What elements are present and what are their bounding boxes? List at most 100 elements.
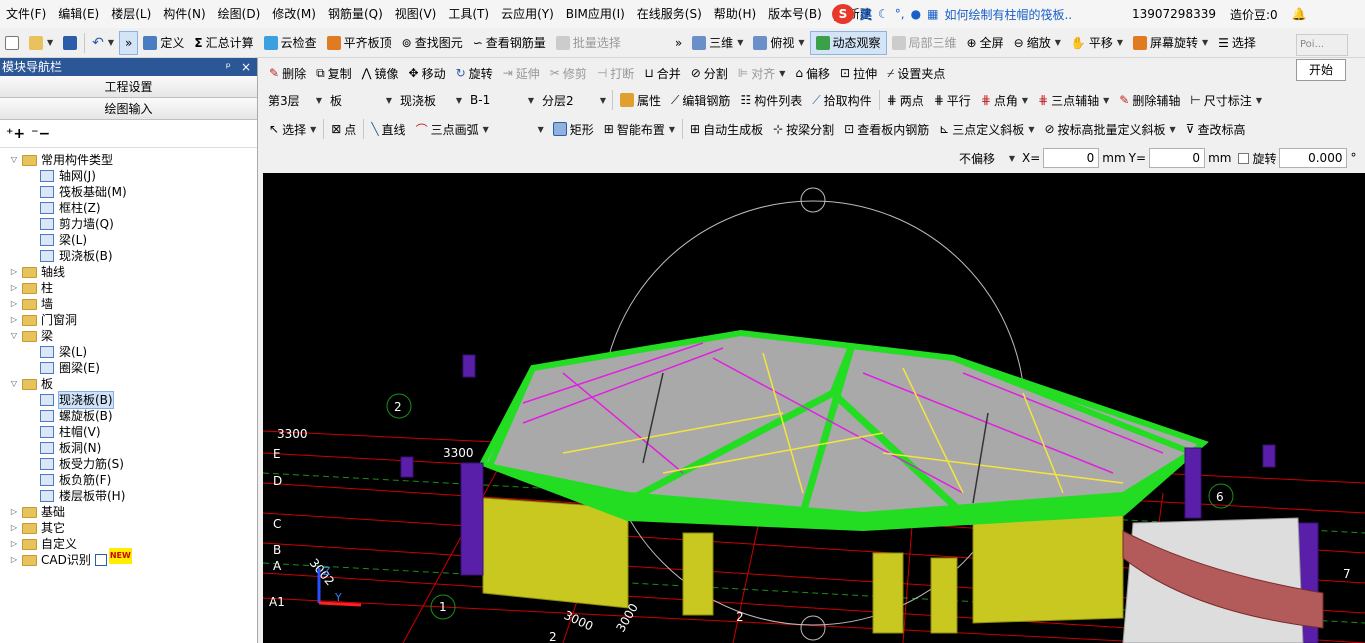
parallel-button[interactable]: ⋕ 平行 [929, 88, 976, 112]
expand-arrow-icon[interactable]: ▷ [8, 552, 20, 568]
set-grip-button[interactable]: ⌿ 设置夹点 [882, 61, 950, 85]
move-button[interactable]: ✥ 移动 [404, 61, 451, 85]
mirror-button[interactable]: ⋀ 镜像 [357, 61, 404, 85]
properties-button[interactable]: 属性 [615, 88, 666, 112]
save-button[interactable] [58, 31, 82, 55]
collapse-arrow-icon[interactable]: ▽ [8, 328, 20, 344]
moon-icon[interactable]: ☾ [878, 7, 889, 21]
collapse-arrow-icon[interactable]: ▽ [8, 376, 20, 392]
beans-count[interactable]: 造价豆:0 [1230, 6, 1278, 23]
select-tool-button[interactable]: ↖ 选择 ▼ [264, 117, 321, 141]
fullscreen-button[interactable]: ⊕ 全屏 [962, 31, 1009, 55]
copy-button[interactable]: ⧉ 复制 [311, 61, 357, 85]
angle-point-button[interactable]: ⋕ 点角 ▼ [976, 88, 1033, 112]
break-button[interactable]: ⊣ 打断 [592, 61, 639, 85]
sogou-logo-icon[interactable]: S [832, 4, 854, 24]
user-phone[interactable]: 13907298339 [1132, 7, 1216, 21]
tree-item[interactable]: 轴网(J) [0, 168, 257, 184]
top-view-button[interactable]: 俯视 ▼ [748, 31, 809, 55]
tree-folder[interactable]: ▷ 墙 [0, 296, 257, 312]
view-rebar-button[interactable]: ∽ 查看钢筋量 [468, 31, 551, 55]
delete-aux-button[interactable]: ✎ 删除辅轴 [1114, 88, 1185, 112]
pan-button[interactable]: ✋ 平移 ▼ [1066, 31, 1128, 55]
extend-button[interactable]: ⇥ 延伸 [498, 61, 545, 85]
expand-arrow-icon[interactable]: ▷ [8, 296, 20, 312]
menu-rebar-qty[interactable]: 钢筋量(Q) [322, 0, 389, 28]
tree-folder[interactable]: ▷ 其它 [0, 520, 257, 536]
two-point-button[interactable]: ⋕ 两点 [882, 88, 929, 112]
expand-arrow-icon[interactable]: ▷ [8, 312, 20, 328]
line-button[interactable]: ╲ 直线 [366, 117, 410, 141]
x-input[interactable]: 0 [1043, 148, 1100, 168]
expand-arrow-icon[interactable]: ▷ [8, 520, 20, 536]
offset-mode-select[interactable]: 不偏移 ▼ [955, 148, 1019, 168]
tree-item[interactable]: 螺旋板(B) [0, 408, 257, 424]
tree-item[interactable]: 板负筋(F) [0, 472, 257, 488]
dynamic-view-button[interactable]: 动态观察 [809, 30, 887, 55]
tree-folder[interactable]: ▷ 基础 [0, 504, 257, 520]
menu-file[interactable]: 文件(F) [0, 0, 52, 28]
pin-icon[interactable]: ᵖ [226, 58, 231, 76]
delete-button[interactable]: ✎ 删除 [264, 61, 311, 85]
component-select[interactable]: B-1 ▼ [466, 90, 538, 110]
expand-arrow-icon[interactable]: ▷ [8, 536, 20, 552]
merge-button[interactable]: ⊔ 合并 [639, 61, 685, 85]
bell-icon[interactable]: 🔔 [1292, 7, 1307, 21]
three-point-slope-button[interactable]: ⊾ 三点定义斜板 ▼ [934, 117, 1039, 141]
drawing-input-button[interactable]: 绘图输入 [0, 98, 257, 120]
split-button[interactable]: ⊘ 分割 [686, 61, 733, 85]
menu-floor[interactable]: 楼层(L) [105, 0, 157, 28]
trim-button[interactable]: ✂ 修剪 [545, 61, 592, 85]
zoom-button[interactable]: ⊖ 缩放 ▼ [1009, 31, 1066, 55]
menu-version[interactable]: 版本号(B) [762, 0, 828, 28]
floor-select[interactable]: 第3层 ▼ [264, 90, 326, 110]
tree-item[interactable]: 现浇板(B) [0, 391, 257, 409]
stretch-button[interactable]: ⊡ 拉伸 [835, 61, 882, 85]
tree-item[interactable]: 现浇板(B) [0, 248, 257, 264]
layer-select[interactable]: 分层2 ▼ [538, 90, 610, 110]
batch-select-button[interactable]: 批量选择 [551, 31, 626, 55]
three-d-button[interactable]: 三维 ▼ [687, 31, 748, 55]
tree-item[interactable]: 剪力墙(Q) [0, 216, 257, 232]
local-3d-button[interactable]: 局部三维 [887, 31, 962, 55]
pick-button[interactable]: ⟋ 拾取构件 [807, 88, 876, 112]
undo-button[interactable]: ↶ ▼ [87, 31, 119, 55]
menu-modify[interactable]: 修改(M) [266, 0, 322, 28]
tree-folder[interactable]: ▷ 门窗洞 [0, 312, 257, 328]
component-list-button[interactable]: ☷ 构件列表 [735, 88, 807, 112]
y-input[interactable]: 0 [1149, 148, 1206, 168]
tree-item[interactable]: 板洞(N) [0, 440, 257, 456]
auto-gen-button[interactable]: ⊞ 自动生成板 [685, 117, 768, 141]
smart-layout-button[interactable]: ⊞ 智能布置 ▼ [599, 117, 680, 141]
arc3-button[interactable]: ⌒ 三点画弧 ▼ [411, 117, 494, 141]
tree-item[interactable]: 楼层板带(H) [0, 488, 257, 504]
view-slab-rebar-button[interactable]: ⊡ 查看板内钢筋 [839, 117, 934, 141]
menu-tools[interactable]: 工具(T) [442, 0, 495, 28]
select-button[interactable]: ☰ 选择 [1213, 31, 1261, 55]
keyboard-icon[interactable]: ▦ [927, 7, 938, 21]
tree-folder[interactable]: ▷ 轴线 [0, 264, 257, 280]
tree-item[interactable]: 柱帽(V) [0, 424, 257, 440]
offset-button[interactable]: ⌂ 偏移 [790, 61, 835, 85]
project-settings-button[interactable]: 工程设置 [0, 76, 257, 98]
check-elev-button[interactable]: ⊽ 查改标高 [1181, 117, 1251, 141]
expand-all-icon[interactable]: ⁺+ [6, 126, 25, 142]
tree-item[interactable]: 板受力筋(S) [0, 456, 257, 472]
menu-view[interactable]: 视图(V) [389, 0, 443, 28]
tree-folder[interactable]: ▽ 梁 [0, 328, 257, 344]
menu-component[interactable]: 构件(N) [157, 0, 211, 28]
align-button[interactable]: ⊫ 对齐 ▼ [733, 61, 791, 85]
rotate-screen-button[interactable]: 屏幕旋转 ▼ [1128, 31, 1213, 55]
split-by-beam-button[interactable]: ⊹ 按梁分割 [768, 117, 839, 141]
define-button[interactable]: 定义 [138, 31, 189, 55]
align-top-button[interactable]: 平齐板顶 [322, 31, 397, 55]
mic-icon[interactable]: ● [911, 7, 921, 21]
tree-item[interactable]: 框柱(Z) [0, 200, 257, 216]
menu-cloud[interactable]: 云应用(Y) [495, 0, 560, 28]
tree-folder[interactable]: ▽ 板 [0, 376, 257, 392]
tree-folder[interactable]: ▷ CAD识别 NEW [0, 548, 257, 568]
punct-icon[interactable]: °, [895, 7, 905, 21]
find-element-button[interactable]: ⊚ 查找图元 [397, 31, 468, 55]
summary-button[interactable]: Σ 汇总计算 [189, 31, 258, 55]
open-file-button[interactable]: ▼ [24, 31, 58, 55]
